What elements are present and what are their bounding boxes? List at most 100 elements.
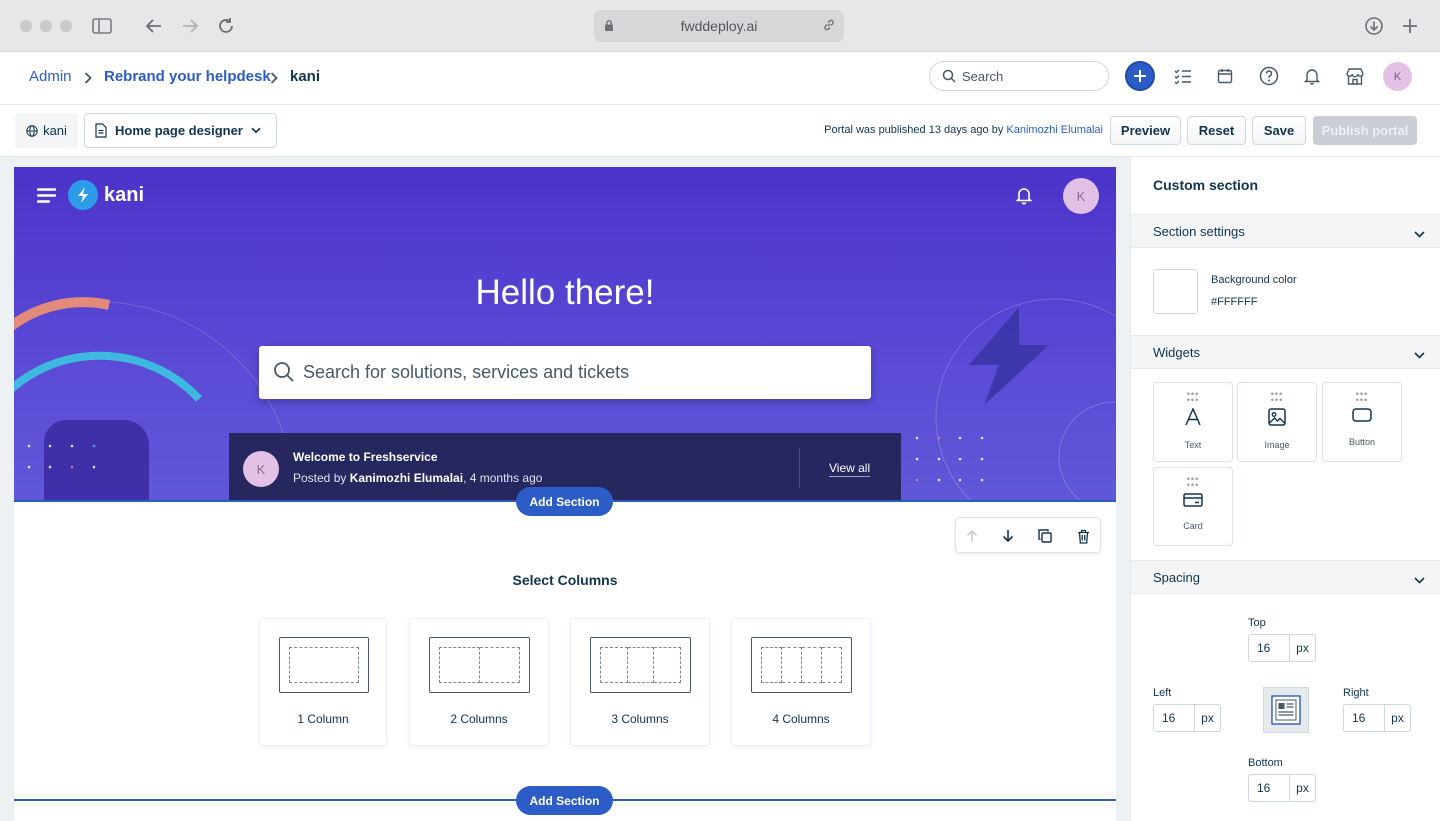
save-button[interactable]: Save	[1252, 116, 1306, 145]
brand-name: kani	[104, 184, 145, 206]
breadcrumb-admin[interactable]: Admin	[29, 68, 72, 85]
move-down-icon[interactable]	[998, 526, 1018, 546]
hero-search-input[interactable]: Search for solutions, services and ticke…	[259, 346, 871, 399]
brand-logo-icon	[68, 180, 98, 210]
designer-label: Home page designer	[115, 123, 243, 138]
duplicate-icon[interactable]	[1035, 526, 1055, 546]
view-all-link[interactable]: View all	[829, 461, 871, 477]
spacing-left-input[interactable]: 16 px	[1153, 704, 1221, 732]
portal-switcher[interactable]: kani	[15, 113, 78, 148]
widget-button[interactable]: ••• ••• Button	[1322, 382, 1402, 462]
publisher-link[interactable]: Kanimozhi Elumalai	[1006, 124, 1103, 136]
drag-handle-icon[interactable]: ••• •••	[1238, 390, 1316, 405]
store-icon[interactable]	[1341, 62, 1369, 90]
spacing-preview-icon	[1263, 687, 1309, 733]
portal-preview: kani K Hello there! Search for solutions…	[14, 167, 1116, 821]
spacing-bottom-input[interactable]: 16 px	[1248, 774, 1316, 802]
background-color-label: Background color	[1211, 274, 1297, 286]
help-icon[interactable]	[1255, 62, 1283, 90]
publish-portal-button[interactable]: Publish portal	[1313, 116, 1417, 145]
background-color-swatch[interactable]	[1153, 269, 1198, 314]
reload-icon[interactable]	[214, 14, 238, 38]
column-option-4[interactable]: 4 Columns	[731, 618, 871, 746]
page-icon	[95, 123, 107, 138]
spacing-top-label: Top	[1248, 617, 1266, 629]
announcement-title[interactable]: Welcome to Freshservice	[293, 450, 438, 464]
hero-section[interactable]: kani K Hello there! Search for solutions…	[14, 167, 1116, 502]
portal-bell-icon[interactable]	[1015, 185, 1033, 210]
reset-button[interactable]: Reset	[1187, 116, 1246, 145]
create-new-button[interactable]	[1125, 61, 1155, 91]
download-icon[interactable]	[1362, 14, 1386, 38]
add-section-button[interactable]: Add Section	[516, 487, 613, 516]
drag-handle-icon[interactable]: ••• •••	[1154, 475, 1232, 490]
chevron-down-icon	[251, 127, 261, 134]
column-option-1[interactable]: 1 Column	[259, 618, 387, 746]
announcement-meta: Posted by Kanimozhi Elumalai, 4 months a…	[293, 471, 543, 485]
forward-arrow-icon[interactable]	[178, 14, 202, 38]
properties-panel: Custom section Section settings Backgrou…	[1130, 157, 1440, 821]
header-search-placeholder: Search	[962, 68, 1004, 84]
window-minimize-dot[interactable]	[40, 20, 52, 32]
drag-handle-icon[interactable]: ••• •••	[1154, 390, 1232, 405]
breadcrumb-current: kani	[290, 68, 321, 85]
spacing-right-input[interactable]: 16 px	[1343, 704, 1411, 732]
four-column-layout-icon	[751, 637, 852, 693]
card-icon	[1154, 493, 1232, 507]
widget-card[interactable]: ••• ••• Card	[1153, 467, 1233, 546]
drag-handle-icon[interactable]: ••• •••	[1323, 390, 1401, 405]
spacing-top-input[interactable]: 16 px	[1248, 634, 1316, 662]
one-column-layout-icon	[279, 637, 369, 693]
new-tab-icon[interactable]	[1398, 14, 1422, 38]
spacing-left-label: Left	[1153, 687, 1172, 699]
chevron-right-icon	[270, 71, 278, 89]
notifications-bell-icon[interactable]	[1298, 62, 1326, 90]
panel-title: Custom section	[1153, 177, 1259, 193]
breadcrumb-rebrand[interactable]: Rebrand your helpdesk	[104, 68, 271, 85]
lock-icon	[604, 19, 614, 35]
section-actions	[955, 517, 1101, 553]
widgets-header[interactable]: Widgets	[1131, 335, 1440, 369]
spacing-bottom-label: Bottom	[1248, 757, 1283, 769]
widget-image[interactable]: ••• ••• Image	[1237, 382, 1317, 462]
publish-status: Portal was published 13 days ago by Kani…	[824, 124, 1103, 136]
add-section-button-bottom[interactable]: Add Section	[516, 786, 613, 815]
background-color-value: #FFFFFF	[1211, 296, 1258, 308]
window-close-dot[interactable]	[20, 20, 32, 32]
portal-avatar[interactable]: K	[1063, 178, 1099, 214]
delete-icon[interactable]	[1073, 526, 1093, 546]
designer-toolbar: kani Home page designer Portal was publi…	[0, 105, 1440, 157]
chevron-down-icon	[1414, 226, 1425, 241]
divider	[799, 448, 800, 488]
announcement-avatar: K	[243, 451, 279, 487]
chevron-down-icon	[1414, 347, 1425, 362]
address-bar[interactable]: fwddeploy.ai	[594, 10, 844, 42]
designer-dropdown[interactable]: Home page designer	[84, 113, 277, 148]
sidebar-toggle-icon[interactable]	[90, 14, 114, 38]
hamburger-menu-icon[interactable]	[36, 188, 57, 208]
url-text: fwddeploy.ai	[680, 18, 758, 34]
text-icon	[1154, 408, 1232, 426]
back-arrow-icon[interactable]	[142, 14, 166, 38]
header-search-input[interactable]: Search	[929, 61, 1109, 91]
two-column-layout-icon	[429, 637, 530, 693]
calendar-icon[interactable]	[1211, 62, 1239, 90]
preview-button[interactable]: Preview	[1110, 116, 1181, 145]
column-option-3[interactable]: 3 Columns	[570, 618, 710, 746]
plus-icon	[1134, 70, 1146, 82]
chevron-down-icon	[1414, 572, 1425, 587]
move-up-icon[interactable]	[962, 526, 982, 546]
hero-title: Hello there!	[475, 273, 655, 312]
tasks-icon[interactable]	[1169, 62, 1197, 90]
column-option-2[interactable]: 2 Columns	[409, 618, 549, 746]
chevron-right-icon	[84, 71, 92, 89]
spacing-header[interactable]: Spacing	[1131, 560, 1440, 594]
link-icon[interactable]	[822, 18, 836, 35]
spacing-right-label: Right	[1343, 687, 1369, 699]
portal-name: kani	[43, 123, 67, 138]
user-avatar[interactable]: K	[1383, 62, 1412, 91]
section-settings-header[interactable]: Section settings	[1131, 214, 1440, 248]
search-icon	[942, 69, 956, 86]
window-zoom-dot[interactable]	[60, 20, 72, 32]
widget-text[interactable]: ••• ••• Text	[1153, 382, 1233, 462]
